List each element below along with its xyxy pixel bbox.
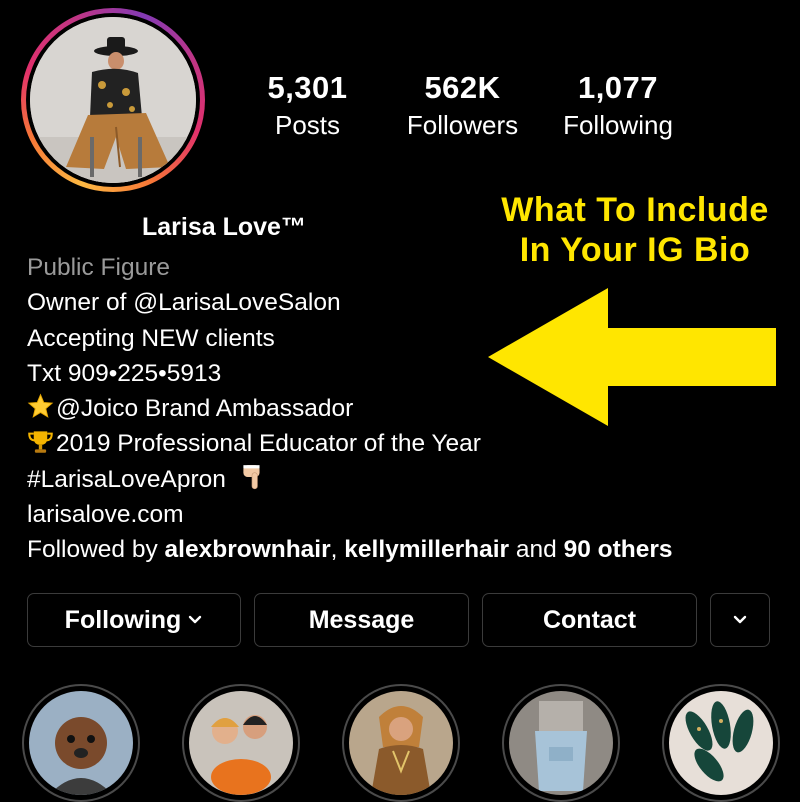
contact-button[interactable]: Contact <box>482 593 697 647</box>
followed-others-link[interactable]: 90 others <box>564 536 673 563</box>
profile-avatar-ring[interactable] <box>21 8 205 192</box>
following-button[interactable]: Following <box>27 593 241 647</box>
avatar-photo <box>30 17 196 183</box>
followed-by-prefix: Followed by <box>27 536 165 564</box>
pointing-down-icon <box>243 464 260 489</box>
bio-line-award: 2019 Professional Educator of the Year <box>27 426 673 461</box>
followers-count: 562K <box>424 70 501 105</box>
followed-and: and <box>509 536 564 564</box>
posts-stat[interactable]: 5,301 Posts <box>245 70 370 141</box>
bio-line-ambassador: @Joico Brand Ambassador <box>27 391 673 426</box>
story-highlight-5[interactable] <box>662 684 780 802</box>
following-count: 1,077 <box>577 70 659 105</box>
posts-label: Posts <box>274 110 341 140</box>
highlight-apron <box>509 691 613 795</box>
display-name: Larisa Love™ <box>142 213 306 241</box>
bio-line-phone[interactable]: Txt 909•225•5913 <box>27 356 673 391</box>
message-button-label: Message <box>308 605 415 634</box>
chevron-down-icon <box>733 615 747 624</box>
avatar[interactable] <box>30 17 196 183</box>
followers-stat[interactable]: 562K Followers <box>395 70 530 141</box>
suggested-accounts-button[interactable] <box>710 593 770 647</box>
highlight-style <box>349 691 453 795</box>
story-highlight-3[interactable] <box>342 684 460 802</box>
posts-count: 5,301 <box>267 70 348 105</box>
story-highlight-1[interactable] <box>22 684 140 802</box>
followed-user-alexbrownhair[interactable]: alexbrownhair <box>165 536 331 563</box>
bio-website-link[interactable]: larisalove.com <box>27 497 673 532</box>
following-label: Following <box>563 110 673 140</box>
contact-button-label: Contact <box>542 605 637 634</box>
following-button-label: Following <box>64 605 182 634</box>
bio-line-accepting: Accepting NEW clients <box>27 324 275 352</box>
bio-line-hashtag: #LarisaLoveApron <box>27 462 673 497</box>
chevron-down-icon <box>189 615 202 624</box>
following-stat[interactable]: 1,077 Following <box>553 70 683 141</box>
bio-category: Public Figure <box>27 254 170 281</box>
highlight-pumpkins <box>189 691 293 795</box>
highlight-dog <box>29 691 133 795</box>
message-button[interactable]: Message <box>254 593 469 647</box>
followed-by: Followed by alexbrownhair, kellymillerha… <box>27 532 673 567</box>
followed-user-kellymillerhair[interactable]: kellymillerhair <box>344 536 509 563</box>
bio-hashtag-text[interactable]: #LarisaLoveApron <box>27 466 226 493</box>
followers-label: Followers <box>406 110 519 140</box>
story-highlight-4[interactable] <box>502 684 620 802</box>
trophy-icon <box>28 431 53 454</box>
bio-award-text: 2019 Professional Educator of the Year <box>56 430 481 458</box>
bio: Public Figure Owner of @LarisaLoveSalon … <box>27 250 673 568</box>
story-highlight-2[interactable] <box>182 684 300 802</box>
bio-ambassador-text[interactable]: @Joico Brand Ambassador <box>56 395 353 422</box>
highlight-nails <box>669 691 773 795</box>
overlay-title-line1: What To Include <box>501 191 769 229</box>
followed-sep: , <box>330 536 345 564</box>
bio-line-owner[interactable]: Owner of @LarisaLoveSalon <box>27 285 673 320</box>
star-icon <box>27 393 54 419</box>
